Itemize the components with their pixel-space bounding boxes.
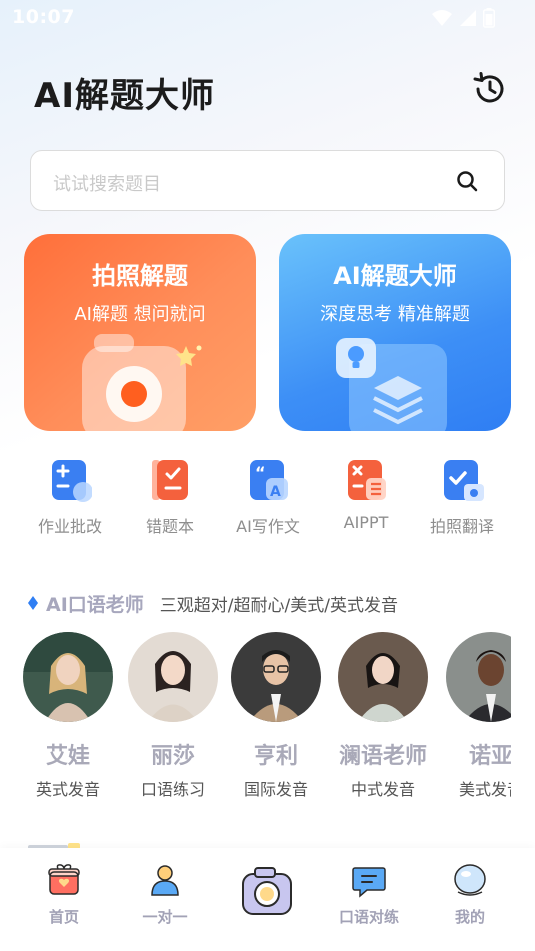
tab-profile[interactable]: 我的 [425, 862, 515, 927]
tool-label: 拍照翻译 [429, 517, 494, 536]
bottom-tab-bar: 首页 一对一 口语对练 我的 [0, 848, 535, 951]
status-time: 10:07 [12, 6, 75, 28]
teacher-name: 诺亚 [468, 744, 511, 769]
teacher-card[interactable]: 澜语老师 中式发音 [330, 632, 436, 800]
ai-master-card[interactable]: AI解题大师 深度思考 精准解题 [279, 234, 511, 431]
tab-label: 口语对练 [338, 908, 399, 926]
tab-home[interactable]: 首页 [19, 862, 109, 927]
tab-label: 一对一 [142, 908, 188, 926]
teacher-name: 亨利 [253, 744, 298, 769]
teacher-avatar [128, 632, 218, 722]
gift-home-icon [48, 864, 80, 895]
tab-oral-practice[interactable]: 口语对练 [324, 862, 414, 927]
section-description: 三观超对/超耐心/美式/英式发音 [159, 595, 398, 616]
tab-label: 首页 [48, 908, 79, 926]
tab-one-on-one[interactable]: 一对一 [120, 862, 210, 927]
teacher-tag: 美式发音 [458, 780, 511, 799]
tool-row: 作业批改 错题本 “ A AI写作文 AIPPT 拍照翻译 [0, 452, 535, 542]
teacher-card[interactable]: 丽莎 口语练习 [120, 632, 226, 800]
teacher-avatar [231, 632, 321, 722]
app-title: AI解题大师 [34, 76, 215, 116]
tool-label: AI写作文 [236, 517, 300, 536]
layers-illustration-icon [336, 338, 447, 431]
tool-ai-ppt[interactable]: AIPPT [316, 452, 416, 532]
tool-mistake-book[interactable]: 错题本 [120, 452, 220, 537]
ai-essay-icon: “ A [250, 460, 288, 500]
teacher-tag: 口语练习 [140, 780, 205, 799]
photo-translate-icon [444, 460, 484, 501]
photo-solve-card[interactable]: 拍照解题 AI解题 想问就问 [24, 234, 256, 431]
search-icon[interactable] [456, 170, 478, 192]
tool-ai-essay[interactable]: “ A AI写作文 [218, 452, 318, 537]
teacher-tag: 英式发音 [35, 780, 100, 799]
teacher-name: 丽莎 [150, 744, 195, 769]
teacher-avatar [338, 632, 428, 722]
teacher-tag: 国际发音 [243, 780, 308, 799]
history-icon[interactable] [471, 70, 509, 108]
tool-label: 作业批改 [37, 517, 102, 536]
teacher-name: 澜语老师 [338, 744, 427, 769]
teacher-card[interactable]: 艾娃 英式发音 [15, 632, 121, 800]
diamond-icon [28, 596, 38, 610]
tool-homework-check[interactable]: 作业批改 [20, 452, 120, 537]
teacher-card[interactable]: 亨利 国际发音 [223, 632, 329, 800]
tool-photo-translate[interactable]: 拍照翻译 [412, 452, 512, 537]
section-header: AI口语老师 三观超对/超耐心/美式/英式发音 [28, 590, 398, 616]
profile-icon [454, 864, 486, 896]
tab-label: 我的 [454, 908, 485, 926]
chat-icon [352, 867, 386, 898]
teacher-avatar [23, 632, 113, 722]
wifi-icon [432, 10, 452, 26]
homework-check-icon [52, 460, 92, 502]
svg-text:A: A [270, 484, 281, 500]
teacher-card[interactable]: 诺亚 美式发音 [438, 632, 511, 800]
teacher-tag: 中式发音 [350, 780, 415, 799]
svg-text:“: “ [255, 463, 266, 482]
signal-icon [460, 10, 476, 26]
camera-icon[interactable] [240, 864, 294, 918]
search-placeholder: 试试搜索题目 [53, 174, 161, 195]
section-title: AI口语老师 [46, 593, 144, 616]
mistake-book-icon [152, 460, 188, 500]
tool-label: 错题本 [145, 517, 194, 536]
status-bar: 10:07 [0, 0, 535, 36]
person-icon [151, 865, 179, 896]
teacher-name: 艾娃 [45, 744, 90, 769]
tool-label: AIPPT [343, 513, 389, 532]
battery-icon [483, 8, 495, 28]
status-icons [431, 8, 495, 28]
camera-illustration-icon [82, 334, 202, 431]
ai-ppt-icon [348, 460, 386, 500]
teacher-avatar [446, 632, 511, 722]
teacher-list: 艾娃 英式发音 丽莎 口语练习 亨利 国际发音 澜语老师 中式发音 诺亚 美式发 [0, 632, 511, 802]
search-input[interactable]: 试试搜索题目 [30, 150, 505, 211]
